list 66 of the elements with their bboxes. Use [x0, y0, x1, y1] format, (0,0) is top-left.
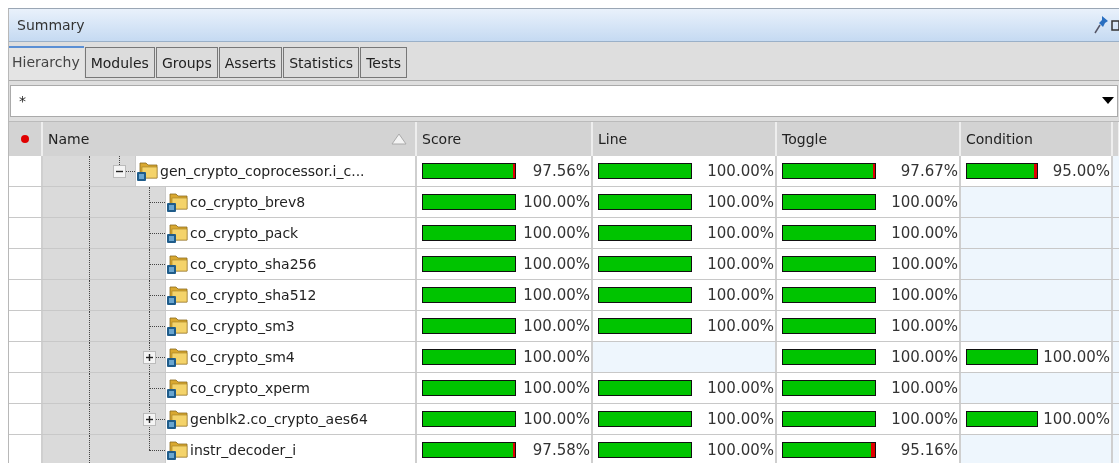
pin-icon[interactable] [1093, 15, 1109, 35]
coverage-percent: 95.00% [1051, 162, 1110, 180]
module-name[interactable]: co_crypto_xperm [190, 380, 310, 396]
module-name[interactable]: co_crypto_brev8 [190, 194, 306, 210]
filter-field[interactable]: * [10, 85, 1118, 117]
expand-icon[interactable] [143, 413, 156, 426]
coverage-percent: 100.00% [706, 317, 774, 335]
coverage-percent: 100.00% [1042, 410, 1110, 428]
coverage-percent: 100.00% [522, 317, 590, 335]
coverage-percent: 100.00% [890, 193, 958, 211]
coverage-percent: 100.00% [706, 410, 774, 428]
tab[interactable]: Modules [84, 47, 155, 78]
coverage-percent: 100.00% [706, 162, 774, 180]
tab[interactable]: Groups [155, 47, 218, 78]
tab[interactable]: Tests [360, 47, 407, 78]
sort-ascending-icon [391, 133, 407, 145]
module-folder-icon [166, 284, 188, 306]
module-folder-icon [136, 160, 158, 182]
coverage-percent: 100.00% [706, 255, 774, 273]
module-folder-icon [166, 222, 188, 244]
module-folder-icon [166, 346, 188, 368]
coverage-percent: 100.00% [522, 348, 590, 366]
coverage-percent: 100.00% [890, 348, 958, 366]
coverage-percent: 100.00% [890, 317, 958, 335]
module-name[interactable]: co_crypto_sha512 [190, 287, 317, 303]
coverage-percent: 97.58% [531, 441, 590, 459]
marker-dot-icon [21, 135, 29, 143]
coverage-percent: 100.00% [890, 379, 958, 397]
coverage-percent: 100.00% [706, 286, 774, 304]
coverage-percent: 100.00% [890, 410, 958, 428]
panel-title: Summary [17, 17, 86, 33]
tab[interactable]: Hierarchy [9, 46, 84, 80]
module-name[interactable]: co_crypto_sm4 [190, 349, 295, 365]
coverage-percent: 100.00% [522, 193, 590, 211]
collapse-icon[interactable] [113, 165, 126, 178]
coverage-percent: 100.00% [522, 379, 590, 397]
coverage-percent: 100.00% [890, 224, 958, 242]
expand-icon[interactable] [143, 351, 156, 364]
module-folder-icon [166, 377, 188, 399]
module-folder-icon [166, 315, 188, 337]
tab[interactable]: Asserts [218, 47, 283, 78]
coverage-percent: 100.00% [522, 286, 590, 304]
module-folder-icon [166, 439, 188, 461]
coverage-percent: 100.00% [522, 410, 590, 428]
module-name[interactable]: instr_decoder_i [190, 442, 297, 458]
coverage-percent: 100.00% [1042, 348, 1110, 366]
coverage-percent: 100.00% [706, 224, 774, 242]
coverage-percent: 97.67% [899, 162, 958, 180]
coverage-percent: 100.00% [890, 286, 958, 304]
module-folder-icon [166, 191, 188, 213]
module-folder-icon [166, 253, 188, 275]
coverage-percent: 95.16% [899, 441, 958, 459]
coverage-percent: 100.00% [706, 193, 774, 211]
coverage-percent: 100.00% [522, 255, 590, 273]
coverage-percent: 100.00% [890, 255, 958, 273]
module-folder-icon [166, 408, 188, 430]
coverage-percent: 100.00% [706, 379, 774, 397]
module-name[interactable]: co_crypto_sm3 [190, 318, 295, 334]
module-name[interactable]: co_crypto_sha256 [190, 256, 317, 272]
dropdown-arrow-icon[interactable] [1102, 97, 1114, 105]
coverage-percent: 100.00% [522, 224, 590, 242]
tab[interactable]: Statistics [283, 47, 360, 78]
restore-icon[interactable] [1111, 18, 1119, 32]
coverage-percent: 100.00% [706, 441, 774, 459]
coverage-percent: 97.56% [531, 162, 590, 180]
module-name[interactable]: co_crypto_pack [190, 225, 299, 241]
